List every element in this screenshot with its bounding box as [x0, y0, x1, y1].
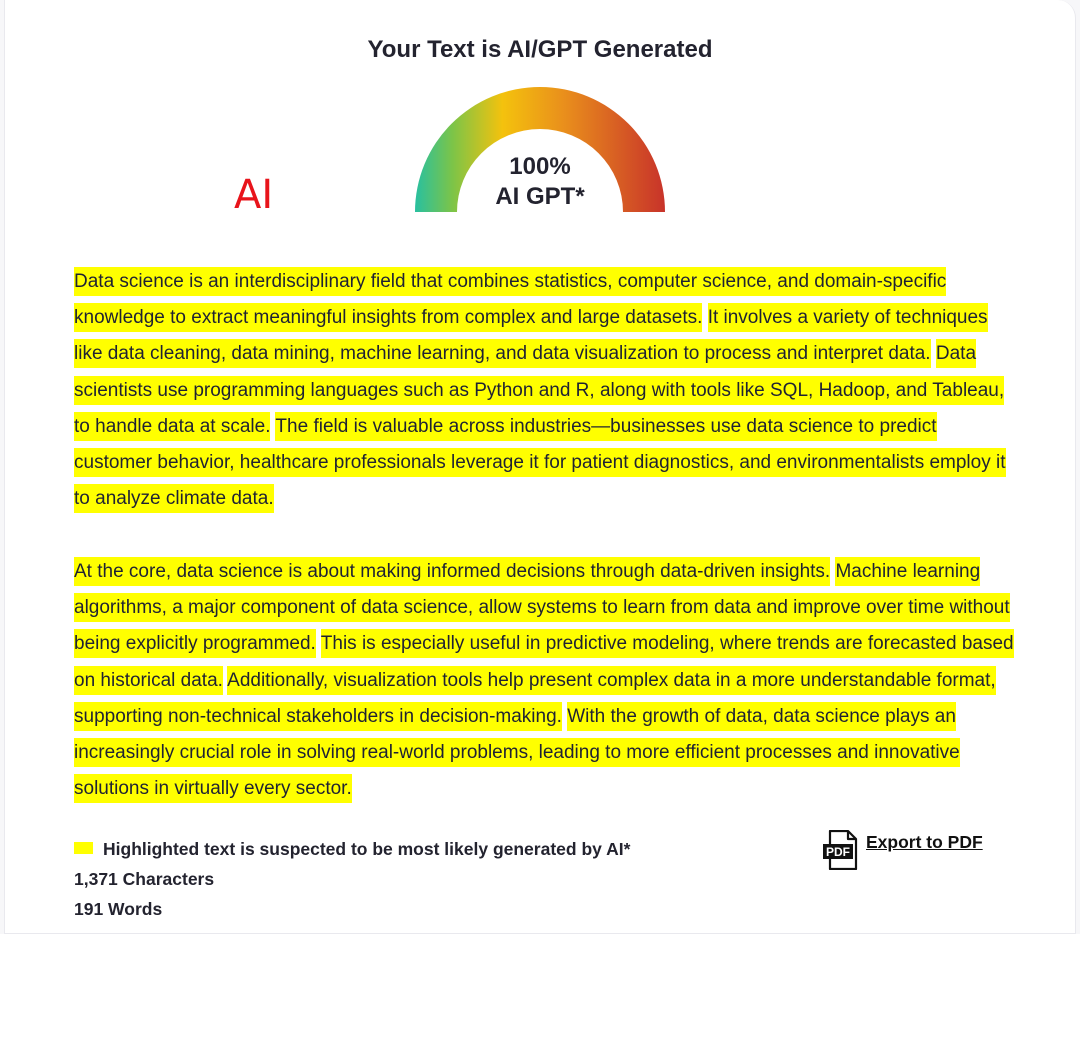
gauge-percent: 100%	[509, 153, 571, 180]
page-title: Your Text is AI/GPT Generated	[367, 36, 713, 63]
verdict-label: AI	[234, 172, 274, 218]
export-pdf-button[interactable]: PDF Export to PDF	[822, 830, 983, 870]
pdf-file-icon: PDF	[823, 830, 858, 870]
gauge-readout: 100% AI GPT*	[414, 152, 666, 212]
highlight-legend: Highlighted text is suspected to be most…	[74, 839, 630, 859]
analyzed-paragraph-1: Data science is an interdisciplinary fie…	[74, 264, 1014, 517]
word-count: 191 Words	[74, 899, 163, 919]
result-stats: Highlighted text is suspected to be most…	[74, 834, 630, 924]
analyzed-paragraph-2: At the core, data science is about makin…	[74, 554, 1014, 807]
export-pdf-label[interactable]: Export to PDF	[866, 832, 983, 853]
highlighted-sentence: At the core, data science is about makin…	[74, 557, 831, 586]
highlight-swatch	[74, 842, 93, 854]
page-background	[0, 934, 1080, 1047]
gauge-caption: AI GPT*	[495, 183, 585, 210]
legend-text: Highlighted text is suspected to be most…	[103, 839, 631, 859]
character-count: 1,371 Characters	[74, 869, 215, 889]
pdf-icon-text: PDF	[826, 845, 850, 859]
